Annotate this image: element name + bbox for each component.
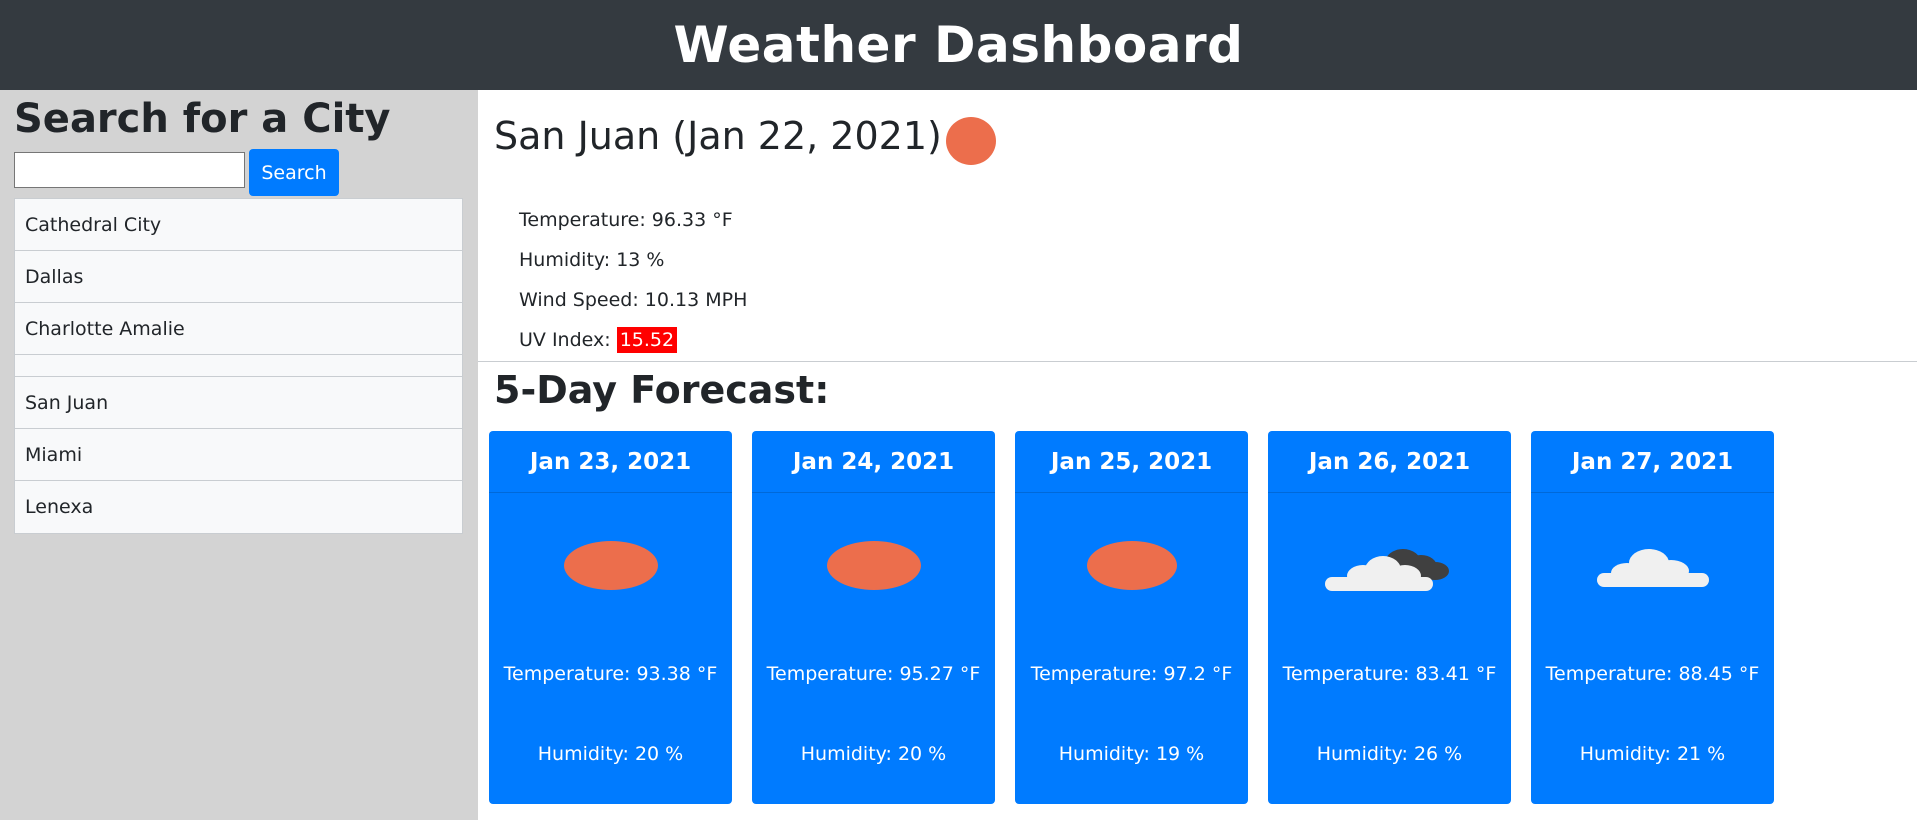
app-title: Weather Dashboard: [673, 16, 1244, 74]
forecast-temperature: Temperature: 97.2 °F: [1030, 663, 1233, 685]
city-history-item[interactable]: Lenexa: [15, 481, 462, 533]
forecast-date: Jan 27, 2021: [1531, 431, 1774, 493]
sun-icon: [946, 117, 996, 165]
current-city-title: San Juan (Jan 22, 2021): [494, 114, 942, 158]
sun-icon: [1087, 541, 1177, 590]
sidebar: Search for a City Search Cathedral City …: [0, 90, 478, 820]
uv-index-label: UV Index:: [519, 329, 611, 351]
city-history-item[interactable]: San Juan: [15, 377, 462, 429]
city-history-item[interactable]: Miami: [15, 429, 462, 481]
search-button[interactable]: Search: [249, 149, 339, 196]
search-heading: Search for a City: [14, 96, 391, 142]
forecast-date: Jan 23, 2021: [489, 431, 732, 493]
forecast-humidity: Humidity: 20 %: [537, 743, 684, 765]
city-history-list: Cathedral City Dallas Charlotte Amalie S…: [14, 198, 463, 534]
forecast-date: Jan 26, 2021: [1268, 431, 1511, 493]
city-history-item[interactable]: [15, 355, 462, 377]
app-header: Weather Dashboard: [0, 0, 1917, 90]
forecast-humidity: Humidity: 19 %: [1058, 743, 1205, 765]
forecast-temperature: Temperature: 88.45 °F: [1545, 663, 1760, 685]
current-temperature: Temperature: 96.33 °F: [519, 209, 733, 231]
city-history-item[interactable]: Charlotte Amalie: [15, 303, 462, 355]
forecast-humidity: Humidity: 20 %: [800, 743, 947, 765]
sun-icon: [827, 541, 921, 590]
forecast-title: 5-Day Forecast:: [494, 368, 830, 412]
forecast-humidity: Humidity: 21 %: [1579, 743, 1726, 765]
forecast-card: Jan 25, 2021 Temperature: 97.2 °F Humidi…: [1015, 431, 1248, 804]
uv-index-badge: 15.52: [616, 327, 678, 353]
city-history-item[interactable]: Cathedral City: [15, 199, 462, 251]
forecast-temperature: Temperature: 93.38 °F: [503, 663, 718, 685]
forecast-card: Jan 24, 2021 Temperature: 95.27 °F Humid…: [752, 431, 995, 804]
forecast-temperature: Temperature: 83.41 °F: [1282, 663, 1497, 685]
current-wind-speed: Wind Speed: 10.13 MPH: [519, 289, 748, 311]
city-history-item[interactable]: Dallas: [15, 251, 462, 303]
forecast-card: Jan 26, 2021 Temperature: 83.41 °F Humid…: [1268, 431, 1511, 804]
forecast-date: Jan 24, 2021: [752, 431, 995, 493]
city-search-input[interactable]: [14, 152, 245, 188]
forecast-date: Jan 25, 2021: [1015, 431, 1248, 493]
forecast-card: Jan 27, 2021 Temperature: 88.45 °F Humid…: [1531, 431, 1774, 804]
current-humidity: Humidity: 13 %: [519, 249, 665, 271]
current-uv-index: UV Index: 15.52: [519, 327, 678, 353]
sun-icon: [564, 541, 658, 590]
forecast-card: Jan 23, 2021 Temperature: 93.38 °F Humid…: [489, 431, 732, 804]
forecast-humidity: Humidity: 26 %: [1316, 743, 1463, 765]
current-weather: San Juan (Jan 22, 2021) Temperature: 96.…: [478, 90, 1917, 362]
main-panel: San Juan (Jan 22, 2021) Temperature: 96.…: [478, 90, 1917, 820]
cloud-icon: [1597, 549, 1709, 587]
broken-clouds-icon: [1325, 549, 1449, 591]
forecast-temperature: Temperature: 95.27 °F: [766, 663, 981, 685]
